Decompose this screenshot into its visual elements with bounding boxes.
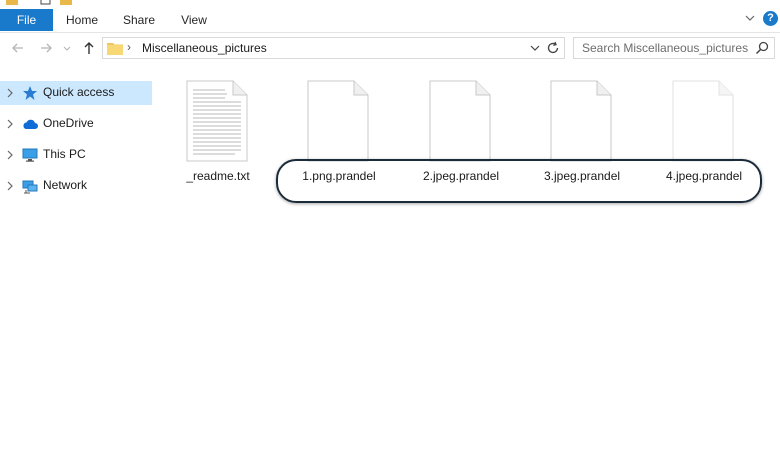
blank-document-icon bbox=[550, 80, 612, 162]
file-item-readme[interactable]: _readme.txt bbox=[159, 77, 277, 187]
tab-view[interactable]: View bbox=[174, 9, 214, 31]
file-item-2-jpeg-prandel[interactable]: 2.jpeg.prandel bbox=[402, 77, 520, 187]
recent-locations-chevron-down-icon[interactable] bbox=[62, 40, 72, 56]
tab-home[interactable]: Home bbox=[60, 9, 104, 31]
expand-ribbon-chevron-down-icon[interactable] bbox=[744, 12, 756, 24]
folder-icon bbox=[107, 43, 123, 55]
sidebar-item-network[interactable]: Network bbox=[0, 174, 152, 198]
sidebar-item-quick-access[interactable]: Quick access bbox=[0, 81, 152, 105]
blank-document-icon bbox=[672, 80, 734, 162]
forward-arrow-icon[interactable] bbox=[38, 40, 54, 56]
search-box[interactable]: Search Miscellaneous_pictures bbox=[573, 37, 775, 59]
chevron-right-icon[interactable] bbox=[5, 180, 15, 192]
properties-icon[interactable] bbox=[40, 0, 52, 5]
search-input[interactable]: Search Miscellaneous_pictures bbox=[582, 41, 748, 55]
sidebar-item-label: OneDrive bbox=[43, 116, 94, 130]
monitor-icon bbox=[22, 148, 38, 162]
refresh-icon[interactable] bbox=[546, 41, 560, 55]
tab-share[interactable]: Share bbox=[117, 9, 161, 31]
sidebar-item-this-pc[interactable]: This PC bbox=[0, 143, 152, 167]
tab-file[interactable]: File bbox=[0, 9, 53, 31]
chevron-right-icon[interactable] bbox=[5, 149, 15, 161]
text-document-icon bbox=[186, 80, 248, 162]
cloud-icon bbox=[23, 119, 38, 129]
network-icon bbox=[22, 180, 38, 194]
sidebar-item-label: This PC bbox=[43, 147, 86, 161]
sidebar-item-label: Quick access bbox=[43, 85, 115, 99]
file-name: 3.jpeg.prandel bbox=[543, 169, 621, 183]
address-bar[interactable]: › Miscellaneous_pictures bbox=[102, 37, 565, 59]
file-item-3-jpeg-prandel[interactable]: 3.jpeg.prandel bbox=[523, 77, 641, 187]
help-button[interactable]: ? bbox=[763, 11, 778, 26]
ribbon: File Home Share View ? bbox=[0, 6, 780, 33]
navigation-bar: › Miscellaneous_pictures Search Miscella… bbox=[0, 33, 780, 65]
breadcrumb-folder[interactable]: Miscellaneous_pictures bbox=[142, 41, 267, 55]
file-item-1-png-prandel[interactable]: 1.png.prandel bbox=[280, 77, 398, 187]
chevron-right-icon[interactable] bbox=[5, 118, 15, 130]
star-icon bbox=[23, 86, 37, 100]
file-view: _readme.txt 1.png.prandel 2.jpeg.prandel… bbox=[160, 65, 780, 470]
file-name: 1.png.prandel bbox=[302, 169, 376, 183]
chevron-right-icon[interactable] bbox=[5, 87, 15, 99]
search-icon[interactable] bbox=[755, 41, 769, 55]
navigation-pane: Quick access OneDrive This PC Network bbox=[0, 76, 155, 470]
sidebar-item-onedrive[interactable]: OneDrive bbox=[0, 112, 152, 136]
file-item-4-jpeg-prandel[interactable]: 4.jpeg.prandel bbox=[645, 77, 763, 187]
back-arrow-icon[interactable] bbox=[10, 40, 26, 56]
file-name: 4.jpeg.prandel bbox=[665, 169, 743, 183]
blank-document-icon bbox=[429, 80, 491, 162]
sidebar-item-label: Network bbox=[43, 178, 88, 192]
file-name: 2.jpeg.prandel bbox=[422, 169, 500, 183]
new-folder-icon[interactable] bbox=[60, 0, 72, 5]
breadcrumb-separator[interactable]: › bbox=[127, 40, 131, 54]
up-arrow-icon[interactable] bbox=[81, 40, 97, 56]
folder-icon bbox=[6, 0, 18, 5]
file-name: _readme.txt bbox=[186, 169, 250, 183]
address-history-chevron-down-icon[interactable] bbox=[529, 42, 541, 54]
blank-document-icon bbox=[307, 80, 369, 162]
